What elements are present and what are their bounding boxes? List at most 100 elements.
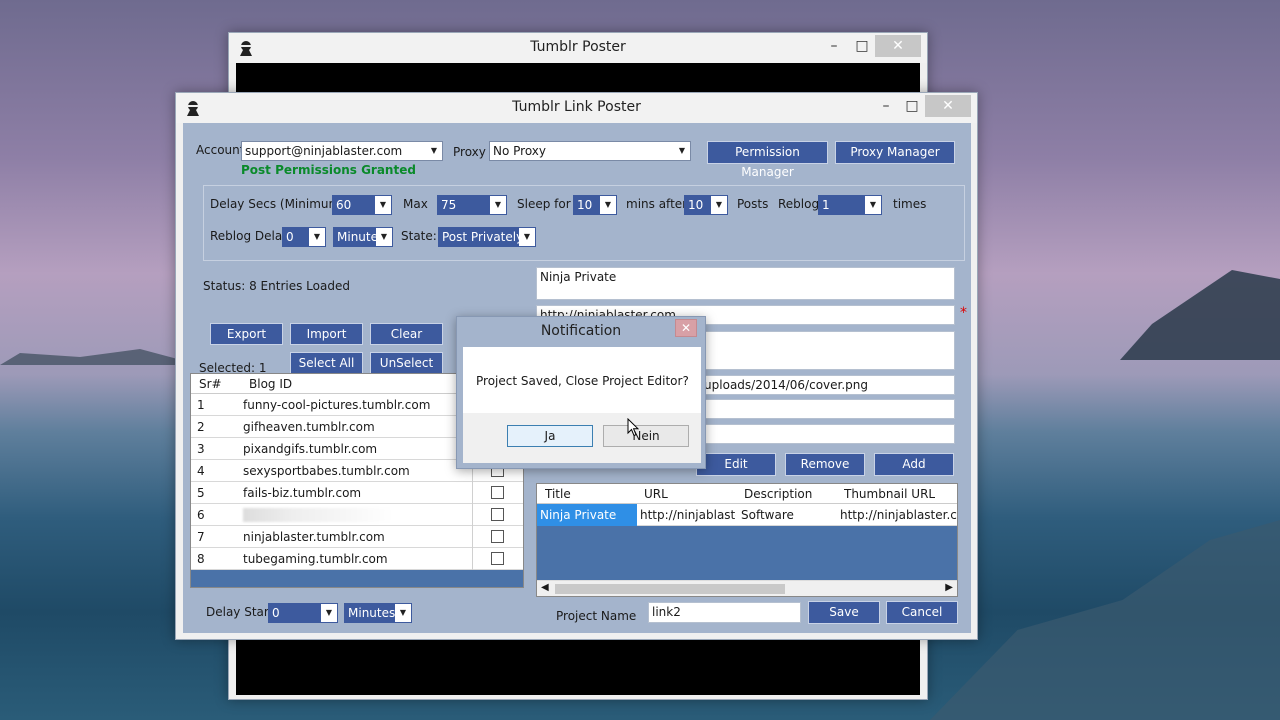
reblog-delay-label: Reblog Delay xyxy=(210,229,290,243)
no-button[interactable]: Nein xyxy=(603,425,689,447)
state-label: State: xyxy=(401,229,437,243)
scrollbar-thumb[interactable] xyxy=(555,584,785,594)
required-indicator: * xyxy=(960,305,967,321)
row-blog-id: funny-cool-pictures.tumblr.com xyxy=(243,398,431,412)
reblog-delay-select[interactable]: 0 ▼ xyxy=(282,227,326,247)
chevron-down-icon: ▼ xyxy=(865,196,881,214)
import-button[interactable]: Import xyxy=(290,323,363,345)
scroll-right-icon[interactable]: ▶ xyxy=(945,582,953,593)
chevron-down-icon: ▼ xyxy=(395,604,411,622)
clear-button[interactable]: Clear xyxy=(370,323,443,345)
export-button[interactable]: Export xyxy=(210,323,283,345)
row-checkbox[interactable] xyxy=(491,508,504,521)
reblog-select[interactable]: 1 ▼ xyxy=(818,195,882,215)
proxy-manager-button[interactable]: Proxy Manager xyxy=(835,141,955,164)
column-divider xyxy=(472,460,473,570)
dialog-close-button[interactable]: ✕ xyxy=(675,319,697,337)
sleep-for-label: Sleep for xyxy=(517,197,571,211)
row-sr: 3 xyxy=(197,442,205,456)
chevron-down-icon: ▼ xyxy=(375,196,391,214)
delay-start-unit-select[interactable]: Minutes ▼ xyxy=(344,603,412,623)
main-window-titlebar[interactable]: Tumblr Link Poster – □ ✕ xyxy=(176,93,977,123)
delay-min-value: 60 xyxy=(336,198,352,212)
column-header-blog-id[interactable]: Blog ID xyxy=(249,377,292,391)
proxy-select[interactable]: No Proxy ▼ xyxy=(489,141,691,161)
row-title: Ninja Private xyxy=(537,504,637,526)
unselect-button[interactable]: UnSelect xyxy=(370,352,443,374)
state-value: Post Privately xyxy=(442,230,524,244)
chevron-down-icon: ▼ xyxy=(321,604,337,622)
scroll-left-icon[interactable]: ◀ xyxy=(541,582,549,593)
chevron-down-icon: ▼ xyxy=(674,142,690,160)
delay-min-select[interactable]: 60 ▼ xyxy=(332,195,392,215)
max-label: Max xyxy=(403,197,428,211)
yes-button[interactable]: Ja xyxy=(507,425,593,447)
mins-after-select[interactable]: 10 ▼ xyxy=(684,195,728,215)
project-name-field[interactable]: link2 xyxy=(648,602,801,623)
add-button[interactable]: Add xyxy=(874,453,954,476)
save-button[interactable]: Save xyxy=(808,601,880,624)
mins-after-value: 10 xyxy=(688,198,704,212)
proxy-label: Proxy xyxy=(453,145,486,159)
status-text: Status: 8 Entries Loaded xyxy=(203,279,350,293)
horizontal-scrollbar[interactable]: ◀ ▶ xyxy=(537,580,957,596)
table-row[interactable]: 8 tubegaming.tumblr.com xyxy=(191,548,523,570)
mouse-cursor-icon xyxy=(627,418,639,437)
close-button[interactable]: ✕ xyxy=(925,95,971,117)
state-select[interactable]: Post Privately ▼ xyxy=(438,227,536,247)
row-blog-id: pixandgifs.tumblr.com xyxy=(243,442,378,456)
table-row[interactable]: 6 xyxy=(191,504,523,526)
row-sr: 6 xyxy=(197,508,205,522)
chevron-down-icon: ▼ xyxy=(600,196,616,214)
dialog-title: Notification xyxy=(540,323,622,339)
account-label: Account xyxy=(196,143,245,157)
chevron-down-icon: ▼ xyxy=(711,196,727,214)
column-header-thumbnail-url[interactable]: Thumbnail URL xyxy=(844,487,935,501)
remove-button[interactable]: Remove xyxy=(785,453,865,476)
maximize-button[interactable]: □ xyxy=(897,95,927,117)
posts-label: Posts xyxy=(737,197,769,211)
row-blog-id: sexysportbabes.tumblr.com xyxy=(243,464,410,478)
row-checkbox[interactable] xyxy=(491,552,504,565)
row-url: http://ninjablaste... xyxy=(640,508,736,522)
title-field[interactable]: Ninja Private xyxy=(536,267,955,300)
delay-secs-label: Delay Secs (Minimum) xyxy=(210,197,345,211)
row-checkbox[interactable] xyxy=(491,486,504,499)
maximize-button[interactable]: □ xyxy=(847,35,877,57)
account-select[interactable]: support@ninjablaster.com ▼ xyxy=(241,141,443,161)
main-window-title: Tumblr Link Poster xyxy=(512,99,641,115)
table-row[interactable]: 7 ninjablaster.tumblr.com xyxy=(191,526,523,548)
chevron-down-icon: ▼ xyxy=(309,228,325,246)
column-header-sr[interactable]: Sr# xyxy=(199,377,222,391)
permission-manager-button[interactable]: Permission Manager xyxy=(707,141,828,179)
column-header-url[interactable]: URL xyxy=(644,487,668,501)
delay-max-select[interactable]: 75 ▼ xyxy=(437,195,507,215)
row-blog-id: ninjablaster.tumblr.com xyxy=(243,530,385,544)
select-all-button[interactable]: Select All xyxy=(290,352,363,374)
close-button[interactable]: ✕ xyxy=(875,35,921,57)
row-sr: 7 xyxy=(197,530,205,544)
edit-button[interactable]: Edit xyxy=(696,453,776,476)
row-sr: 4 xyxy=(197,464,205,478)
table-row[interactable]: Ninja Private http://ninjablaste... Soft… xyxy=(537,504,957,526)
back-window-titlebar[interactable]: Tumblr Poster – □ ✕ xyxy=(229,33,927,63)
reblog-delay-unit-select[interactable]: Minutes ▼ xyxy=(333,227,393,247)
minimize-button[interactable]: – xyxy=(819,35,849,57)
notification-dialog: Notification ✕ Project Saved, Close Proj… xyxy=(456,316,706,469)
table-row[interactable]: 5 fails-biz.tumblr.com xyxy=(191,482,523,504)
reblog-value: 1 xyxy=(822,198,830,212)
row-sr: 8 xyxy=(197,552,205,566)
row-blog-id: gifheaven.tumblr.com xyxy=(243,420,375,434)
chevron-down-icon: ▼ xyxy=(426,142,442,160)
row-sr: 2 xyxy=(197,420,205,434)
delay-start-label: Delay Start xyxy=(206,605,274,619)
permission-status: Post Permissions Granted xyxy=(241,163,416,177)
cancel-button[interactable]: Cancel xyxy=(886,601,958,624)
delay-start-select[interactable]: 0 ▼ xyxy=(268,603,338,623)
row-checkbox[interactable] xyxy=(491,530,504,543)
row-sr: 5 xyxy=(197,486,205,500)
dialog-body: Project Saved, Close Project Editor? xyxy=(463,347,701,413)
column-header-title[interactable]: Title xyxy=(545,487,571,501)
sleep-select[interactable]: 10 ▼ xyxy=(573,195,617,215)
column-header-description[interactable]: Description xyxy=(744,487,812,501)
